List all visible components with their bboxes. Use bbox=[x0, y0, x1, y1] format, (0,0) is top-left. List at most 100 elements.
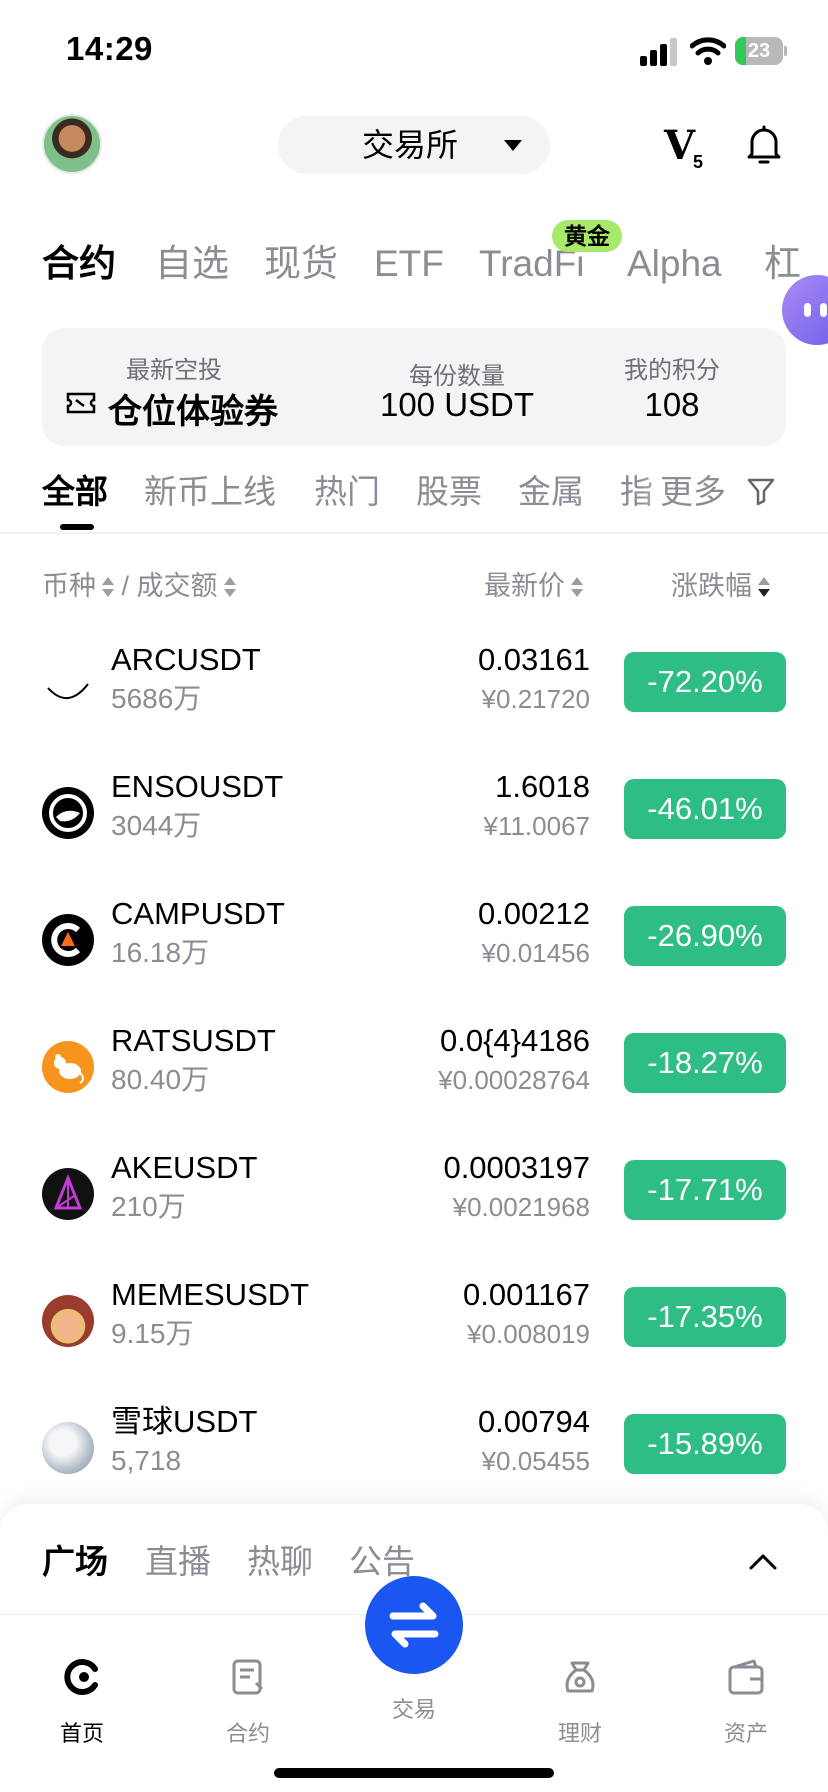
per-share-value: 100 USDT bbox=[379, 386, 535, 423]
arc-icon bbox=[42, 660, 94, 712]
status-bar: 14:29 23 bbox=[0, 0, 828, 100]
caret-down-icon bbox=[504, 140, 522, 151]
change-badge[interactable]: -18.27% bbox=[624, 1033, 786, 1093]
tab-futures[interactable]: 合约 bbox=[42, 236, 116, 292]
avatar[interactable] bbox=[42, 114, 102, 174]
last-price: 0.0{4}4186 bbox=[439, 1023, 590, 1058]
airdrop-card[interactable]: 最新空投 仓位体验券 每份数量 100 USDT 我的积分 108 bbox=[42, 328, 786, 446]
column-change-group: 涨跌幅 bbox=[671, 566, 770, 606]
cny-price: ¥0.00028764 bbox=[438, 1065, 590, 1095]
change-badge[interactable]: -17.35% bbox=[624, 1287, 786, 1347]
column-price[interactable]: 最新价 bbox=[484, 571, 565, 601]
change-badge[interactable]: -26.90% bbox=[624, 906, 786, 966]
tab-home-label: 首页 bbox=[59, 1721, 104, 1746]
vip-badge[interactable]: V5 bbox=[664, 122, 703, 173]
volume: 9.15万 bbox=[111, 1318, 194, 1349]
tab-assets[interactable]: 资产 bbox=[686, 1637, 806, 1748]
home-indicator bbox=[274, 1768, 554, 1778]
tab-watchlist[interactable]: 自选 bbox=[155, 236, 229, 292]
camp-icon bbox=[42, 914, 94, 966]
sort-icon[interactable] bbox=[102, 576, 114, 599]
more-button[interactable]: 更多 bbox=[656, 470, 726, 514]
wallet-icon bbox=[728, 1659, 764, 1695]
filter-icon[interactable] bbox=[746, 476, 776, 506]
battery-icon: 23 bbox=[735, 37, 787, 65]
contract-icon bbox=[232, 1659, 264, 1695]
cny-price: ¥0.01456 bbox=[481, 938, 590, 968]
column-symbol[interactable]: 币种 bbox=[42, 571, 96, 601]
change-badge[interactable]: -46.01% bbox=[624, 779, 786, 839]
last-price: 0.03161 bbox=[477, 642, 590, 677]
sort-icon[interactable] bbox=[758, 576, 770, 599]
points-value: 108 bbox=[644, 386, 700, 423]
tab-spot[interactable]: 现货 bbox=[264, 236, 338, 292]
tab-finance-label: 理财 bbox=[557, 1721, 602, 1746]
ake-icon bbox=[42, 1168, 94, 1220]
symbol: RATSUSDT bbox=[111, 1023, 276, 1058]
rats-icon bbox=[42, 1041, 94, 1093]
last-price: 0.00212 bbox=[477, 896, 590, 931]
chevron-up-icon[interactable] bbox=[748, 1550, 778, 1572]
tab-alpha[interactable]: Alpha bbox=[627, 236, 722, 292]
column-separator: / bbox=[121, 571, 130, 601]
column-change[interactable]: 涨跌幅 bbox=[671, 571, 752, 601]
table-row[interactable]: AKEUSDT 210万 0.0003197 ¥0.0021968 -17.71… bbox=[0, 1128, 828, 1255]
table-row[interactable]: CAMPUSDT 16.18万 0.00212 ¥0.01456 -26.90% bbox=[0, 874, 828, 1001]
column-symbol-group: 币种 / 成交额 bbox=[42, 566, 236, 606]
list-header: 币种 / 成交额 最新价 涨跌幅 bbox=[0, 566, 828, 606]
sort-icon[interactable] bbox=[571, 576, 583, 599]
change-badge[interactable]: -72.20% bbox=[624, 652, 786, 712]
subtab-new-listing[interactable]: 新币上线 bbox=[144, 470, 276, 514]
sheet-tab-square[interactable]: 广场 bbox=[42, 1540, 108, 1584]
sort-icon[interactable] bbox=[223, 576, 236, 599]
sheet-tab-chat[interactable]: 热聊 bbox=[247, 1540, 313, 1584]
exchange-label: 交易所 bbox=[362, 127, 459, 163]
table-row[interactable]: ARCUSDT 5686万 0.03161 ¥0.21720 -72.20% bbox=[0, 620, 828, 747]
tab-etf[interactable]: ETF bbox=[374, 236, 444, 292]
volume: 16.18万 bbox=[111, 937, 210, 968]
column-turnover[interactable]: 成交额 bbox=[137, 571, 218, 601]
volume: 210万 bbox=[111, 1191, 186, 1222]
subtab-all[interactable]: 全部 bbox=[42, 470, 108, 514]
exchange-switcher[interactable]: 交易所 bbox=[278, 116, 550, 174]
tab-home[interactable]: 首页 bbox=[22, 1637, 142, 1748]
signal-icon bbox=[640, 38, 677, 66]
tab-contract[interactable]: 合约 bbox=[188, 1637, 308, 1748]
points-label: 我的积分 bbox=[624, 357, 720, 384]
status-time: 14:29 bbox=[66, 30, 153, 67]
bell-icon[interactable] bbox=[746, 124, 782, 166]
swap-icon bbox=[389, 1602, 439, 1648]
finance-icon bbox=[565, 1661, 595, 1693]
airdrop-label: 最新空投 bbox=[126, 357, 222, 384]
divider bbox=[0, 532, 828, 534]
table-row[interactable]: RATSUSDT 80.40万 0.0{4}4186 ¥0.00028764 -… bbox=[0, 1001, 828, 1128]
change-badge[interactable]: -17.71% bbox=[624, 1160, 786, 1220]
change-badge[interactable]: -15.89% bbox=[624, 1414, 786, 1474]
trade-label: 交易 bbox=[391, 1697, 436, 1722]
tab-finance[interactable]: 理财 bbox=[520, 1637, 640, 1748]
table-row[interactable]: ENSOUSDT 3044万 1.6018 ¥11.0067 -46.01% bbox=[0, 747, 828, 874]
last-price: 0.0003197 bbox=[443, 1150, 590, 1185]
subtab-metals[interactable]: 金属 bbox=[518, 470, 584, 514]
table-row[interactable]: MEMESUSDT 9.15万 0.001167 ¥0.008019 -17.3… bbox=[0, 1255, 828, 1382]
subtab-stocks[interactable]: 股票 bbox=[416, 470, 482, 514]
table-row[interactable]: 雪球USDT 5,718 0.00794 ¥0.05455 -15.89% bbox=[0, 1382, 828, 1509]
symbol: 雪球USDT bbox=[111, 1404, 258, 1439]
sheet-tab-live[interactable]: 直播 bbox=[145, 1540, 211, 1584]
cny-price: ¥0.0021968 bbox=[452, 1192, 590, 1222]
cny-price: ¥0.008019 bbox=[467, 1319, 590, 1349]
last-price: 0.001167 bbox=[463, 1277, 590, 1312]
trade-button[interactable] bbox=[365, 1576, 463, 1674]
enso-icon bbox=[42, 787, 94, 839]
column-price-group: 最新价 bbox=[484, 566, 583, 606]
snowball-icon bbox=[42, 1422, 94, 1474]
ticket-icon bbox=[66, 392, 96, 414]
volume: 5,718 bbox=[111, 1445, 182, 1476]
subtab-hot[interactable]: 热门 bbox=[314, 470, 380, 514]
cny-price: ¥11.0067 bbox=[483, 811, 590, 841]
gold-badge: 黄金 bbox=[552, 220, 622, 252]
vip-level: 5 bbox=[693, 152, 704, 172]
symbol: AKEUSDT bbox=[111, 1150, 258, 1185]
last-price: 0.00794 bbox=[477, 1404, 590, 1439]
tab-contract-label: 合约 bbox=[225, 1721, 270, 1746]
